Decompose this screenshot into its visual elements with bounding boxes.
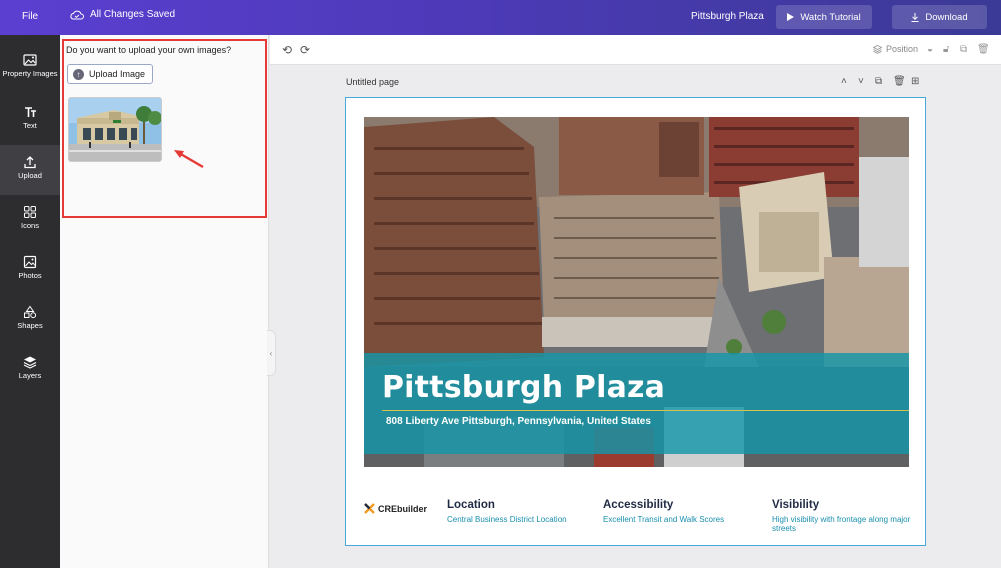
feature-title: Visibility — [772, 499, 820, 511]
property-address[interactable]: 808 Liberty Ave Pittsburgh, Pennsylvania… — [386, 416, 651, 427]
feature-visibility[interactable]: Visibility High visibility with frontage… — [772, 499, 912, 533]
rail-label: Layers — [18, 371, 42, 380]
upload-arrow-icon: ↑ — [73, 68, 84, 80]
title-band[interactable]: Pittsburgh Plaza 808 Liberty Ave Pittsbu… — [364, 353, 909, 454]
rail-label: Icons — [21, 221, 39, 230]
watch-tutorial-label: Watch Tutorial — [800, 11, 861, 23]
rail-item-icons[interactable]: Icons — [0, 195, 60, 245]
save-status: All Changes Saved — [70, 9, 175, 20]
upload-image-label: Upload Image — [89, 69, 146, 79]
delete-page-icon[interactable]: 🗑︎ — [893, 76, 906, 87]
rail-label: Text — [23, 121, 37, 130]
project-title[interactable]: Pittsburgh Plaza — [691, 11, 764, 22]
feature-description: High visibility with frontage along majo… — [772, 515, 911, 533]
rail-label: Shapes — [17, 321, 43, 330]
rail-item-shapes[interactable]: Shapes — [0, 295, 60, 345]
upload-panel: Do you want to upload your own images? ↑… — [60, 35, 269, 568]
tool-rail: Property Images Text Upload Icons Photos… — [0, 35, 60, 568]
text-icon — [25, 107, 36, 117]
position-label: Position — [886, 44, 919, 54]
unlock-icon[interactable]: 🔓︎ — [943, 44, 949, 55]
rail-item-upload[interactable]: Upload — [0, 145, 60, 195]
rail-item-text[interactable]: Text — [0, 95, 60, 145]
position-button[interactable]: Position — [873, 44, 918, 54]
redo-icon[interactable]: ⟳ — [300, 43, 310, 57]
play-icon — [787, 13, 795, 21]
shapes-icon — [24, 305, 37, 319]
image-icon — [23, 54, 37, 66]
feature-description: Central Business District Location — [447, 515, 567, 524]
rail-label: Photos — [18, 271, 42, 280]
canvas-toolbar: ⟲ ⟳ Position ◒ 🔓︎ ⧉ 🗑︎ — [270, 35, 1001, 65]
move-page-down-icon[interactable]: ˅ — [858, 76, 864, 87]
feature-accessibility[interactable]: Accessibility Excellent Transit and Walk… — [603, 499, 753, 524]
feature-location[interactable]: Location Central Business District Locat… — [447, 499, 597, 524]
top-bar: File All Changes Saved Pittsburgh Plaza … — [0, 0, 1001, 35]
duplicate-icon[interactable]: ⧉ — [960, 44, 967, 55]
download-button[interactable]: Download — [892, 5, 987, 29]
feature-description: Excellent Transit and Walk Scores — [603, 515, 725, 524]
page-title[interactable]: Untitled page — [346, 77, 399, 87]
rail-item-property-images[interactable]: Property Images — [0, 43, 60, 95]
feature-title: Location — [447, 499, 495, 511]
layers-small-icon — [873, 44, 882, 54]
undo-icon[interactable]: ⟲ — [282, 43, 292, 57]
save-status-label: All Changes Saved — [90, 9, 176, 20]
move-page-up-icon[interactable]: ˄ — [841, 76, 847, 87]
layers-icon — [23, 356, 37, 369]
upload-image-button[interactable]: ↑ Upload Image — [67, 64, 153, 84]
property-title[interactable]: Pittsburgh Plaza — [382, 370, 665, 405]
rail-label: Property Images — [2, 69, 58, 78]
download-icon — [911, 12, 919, 22]
brand-logo[interactable]: CREbuilder — [364, 503, 427, 514]
duplicate-page-icon[interactable]: ⧉ — [875, 76, 882, 87]
storefront-photo — [69, 98, 161, 161]
design-page[interactable]: Pittsburgh Plaza 808 Liberty Ave Pittsbu… — [345, 97, 926, 546]
photo-icon — [23, 255, 37, 269]
rail-item-layers[interactable]: Layers — [0, 345, 60, 395]
upload-question: Do you want to upload your own images? — [66, 45, 232, 55]
add-page-icon[interactable]: ⊞ — [911, 76, 919, 87]
crebuilder-logo-icon — [364, 503, 375, 514]
delete-icon[interactable]: 🗑︎ — [977, 44, 990, 55]
title-divider — [382, 410, 909, 411]
upload-icon — [24, 156, 36, 169]
cloud-check-icon — [70, 10, 84, 19]
opacity-icon[interactable]: ◒ — [927, 44, 933, 55]
download-label: Download — [925, 11, 968, 23]
feature-title: Accessibility — [603, 499, 674, 511]
uploaded-image-thumbnail[interactable] — [68, 97, 162, 162]
rail-label: Upload — [18, 171, 42, 180]
collapse-panel-handle[interactable]: ‹ — [267, 330, 276, 376]
file-menu[interactable]: File — [22, 11, 38, 22]
brand-name: CREbuilder — [378, 503, 428, 514]
annotation-arrow-icon — [174, 150, 204, 169]
grid-icon — [24, 206, 36, 218]
rail-item-photos[interactable]: Photos — [0, 245, 60, 295]
hero-image[interactable]: Pittsburgh Plaza 808 Liberty Ave Pittsbu… — [364, 117, 909, 467]
watch-tutorial-button[interactable]: Watch Tutorial — [776, 5, 872, 29]
